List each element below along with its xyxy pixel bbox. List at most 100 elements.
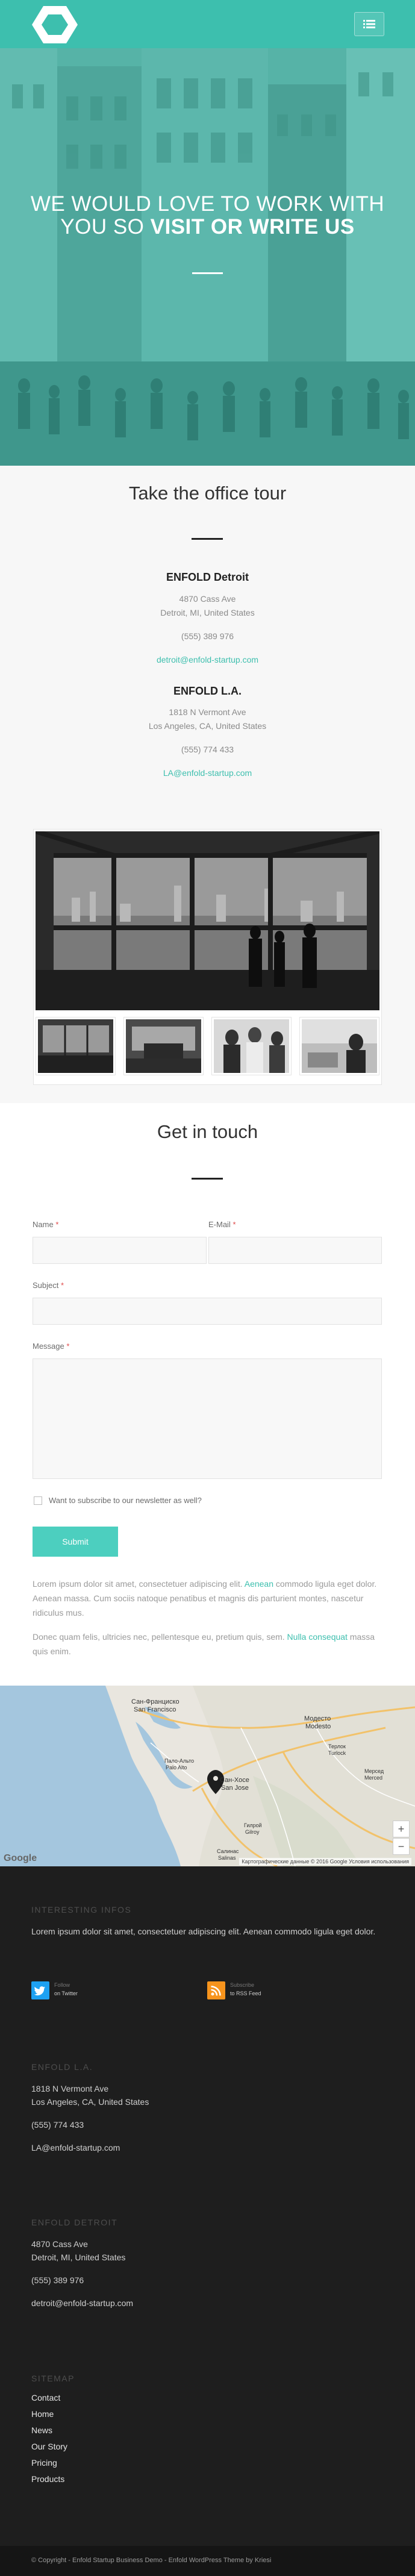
- contact-paragraph-2: Donec quam felis, ultricies nec, pellent…: [33, 1630, 382, 1658]
- twitter-follow-bottom: on Twitter: [54, 1990, 78, 1996]
- email-label-text: E-Mail: [208, 1220, 231, 1229]
- sitemap-link-our-story[interactable]: Our Story: [31, 2442, 67, 2451]
- map-label-modesto: Модесто: [304, 1715, 331, 1722]
- map-label-sf: Сан-Франциско: [131, 1698, 179, 1705]
- rss-subscribe-bottom: to RSS Feed: [230, 1990, 261, 1996]
- site-footer: INTERESTING INFOS Lorem ipsum dolor sit …: [0, 1866, 415, 2546]
- office-la-phone: (555) 774 433: [181, 745, 234, 754]
- newsletter-label: Want to subscribe to our newsletter as w…: [49, 1496, 202, 1505]
- map-label-turlock: Терлок: [328, 1743, 346, 1749]
- hero-title-line2: YOU SO VISIT OR WRITE US: [30, 216, 385, 239]
- office-la-name: ENFOLD L.A.: [173, 685, 242, 697]
- submit-button[interactable]: Submit: [33, 1527, 118, 1557]
- gallery-thumb-1[interactable]: [36, 1017, 116, 1075]
- copyright-text: © Copyright - Enfold Startup Business De…: [31, 2557, 272, 2564]
- site-header: [0, 0, 415, 48]
- office-la-address2: Los Angeles, CA, United States: [148, 721, 267, 731]
- footer-la-address2: Los Angeles, CA, United States: [31, 2097, 149, 2107]
- map-zoom-out-button[interactable]: −: [393, 1838, 410, 1855]
- contact-paragraph-1: Lorem ipsum dolor sit amet, consectetuer…: [33, 1577, 382, 1620]
- hero-divider: [192, 272, 223, 274]
- email-label: E-Mail *: [208, 1220, 236, 1229]
- footer-la-address1: 1818 N Vermont Ave: [31, 2084, 109, 2093]
- hero-title-plain: YOU SO: [60, 215, 151, 239]
- hexagon-logo-icon[interactable]: [31, 5, 78, 45]
- map-attribution[interactable]: Картографические данные © 2016 Google Ус…: [239, 1858, 411, 1865]
- email-field[interactable]: [208, 1237, 382, 1264]
- para2-link[interactable]: Nulla consequat: [287, 1632, 348, 1642]
- message-label-text: Message: [33, 1342, 64, 1351]
- contact-section: Get in touch Name * E-Mail * Subject * M…: [0, 1103, 415, 1686]
- map-label-turlock-en: Turlock: [328, 1750, 346, 1756]
- footer-info-text: Lorem ipsum dolor sit amet, consectetuer…: [31, 1927, 376, 1936]
- name-field[interactable]: [33, 1237, 207, 1264]
- footer-la-heading: ENFOLD L.A.: [31, 2062, 93, 2072]
- footer-info-heading: INTERESTING INFOS: [31, 1905, 132, 1915]
- rss-icon: [207, 1981, 225, 1999]
- sitemap-link-products[interactable]: Products: [31, 2474, 64, 2484]
- sitemap-link-pricing[interactable]: Pricing: [31, 2458, 57, 2468]
- map-label-salinas-en: Salinas: [218, 1855, 236, 1861]
- map-label-merced: Мерсед: [364, 1768, 384, 1774]
- copyright-bar: © Copyright - Enfold Startup Business De…: [0, 2546, 415, 2576]
- gallery-main-image[interactable]: [36, 831, 379, 1010]
- google-logo: Google: [4, 1853, 37, 1863]
- section-title: Take the office tour: [128, 483, 287, 504]
- office-detroit-email-link[interactable]: detroit@enfold-startup.com: [0, 655, 415, 664]
- message-label: Message *: [33, 1342, 69, 1351]
- section-divider: [192, 538, 223, 540]
- footer-detroit-address1: 4870 Cass Ave: [31, 2239, 88, 2249]
- footer-la-phone: (555) 774 433: [31, 2120, 84, 2130]
- contact-divider: [192, 1178, 223, 1180]
- office-tour-section: Take the office tour ENFOLD Detroit 4870…: [0, 466, 415, 1103]
- twitter-follow-top: Follow: [54, 1982, 70, 1988]
- sitemap-link-home[interactable]: Home: [31, 2409, 54, 2419]
- footer-sitemap-heading: SITEMAP: [31, 2374, 75, 2383]
- required-mark: *: [66, 1342, 70, 1351]
- map-canvas[interactable]: Сан-Франциско San Francisco Пало-Альто P…: [0, 1686, 415, 1866]
- footer-la-email-link[interactable]: LA@enfold-startup.com: [31, 2141, 120, 2154]
- footer-detroit-address2: Detroit, MI, United States: [31, 2252, 126, 2262]
- google-map[interactable]: Сан-Франциско San Francisco Пало-Альто P…: [0, 1686, 415, 1866]
- sitemap-link-news[interactable]: News: [31, 2425, 52, 2435]
- subject-label-text: Subject: [33, 1281, 59, 1290]
- city-street-background-image: [0, 48, 415, 466]
- hero-title: WE WOULD LOVE TO WORK WITH YOU SO VISIT …: [30, 193, 385, 239]
- map-label-sf-en: San Francisco: [134, 1706, 176, 1713]
- rss-subscribe-link[interactable]: Subscribe to RSS Feed: [207, 1981, 279, 2001]
- hero-title-line1: WE WOULD LOVE TO WORK WITH: [30, 192, 385, 216]
- footer-detroit-email-link[interactable]: detroit@enfold-startup.com: [31, 2296, 133, 2310]
- para1-link[interactable]: Aenean: [245, 1579, 273, 1589]
- office-detroit-address1: 4870 Cass Ave: [179, 594, 236, 604]
- map-label-palo-en: Palo Alto: [166, 1765, 187, 1771]
- office-detroit-address2: Detroit, MI, United States: [160, 608, 255, 617]
- map-label-salinas: Салинас: [217, 1848, 239, 1854]
- required-mark: *: [232, 1220, 236, 1229]
- name-label-text: Name: [33, 1220, 54, 1229]
- sitemap-link-contact[interactable]: Contact: [31, 2393, 60, 2402]
- twitter-follow-link[interactable]: Follow on Twitter: [31, 1981, 104, 2001]
- gallery-thumb-2[interactable]: [123, 1017, 204, 1075]
- rss-subscribe-top: Subscribe: [230, 1982, 255, 1988]
- required-mark: *: [55, 1220, 59, 1229]
- name-label: Name *: [33, 1220, 58, 1229]
- gallery-thumb-3[interactable]: [211, 1017, 292, 1075]
- para1-text-a: Lorem ipsum dolor sit amet, consectetuer…: [33, 1579, 245, 1589]
- gallery-thumb-4[interactable]: [299, 1017, 379, 1075]
- map-label-palo: Пало-Альто: [164, 1758, 194, 1764]
- hamburger-menu-icon[interactable]: [354, 12, 384, 36]
- newsletter-checkbox[interactable]: [34, 1496, 42, 1505]
- office-detroit-name: ENFOLD Detroit: [166, 571, 249, 583]
- twitter-icon: [31, 1981, 49, 1999]
- map-label-sj-en: San Jose: [221, 1784, 249, 1792]
- office-detroit-phone: (555) 389 976: [181, 631, 234, 641]
- office-la-address1: 1818 N Vermont Ave: [169, 707, 246, 717]
- footer-detroit-phone: (555) 389 976: [31, 2275, 84, 2285]
- map-label-modesto-en: Modesto: [305, 1723, 331, 1730]
- office-la-email-link[interactable]: LA@enfold-startup.com: [0, 768, 415, 778]
- map-label-gilroy-en: Gilroy: [245, 1829, 260, 1835]
- subject-field[interactable]: [33, 1298, 382, 1325]
- message-textarea[interactable]: [33, 1358, 382, 1479]
- map-label-sj: Сан-Хосе: [220, 1777, 249, 1784]
- map-zoom-in-button[interactable]: +: [393, 1821, 410, 1837]
